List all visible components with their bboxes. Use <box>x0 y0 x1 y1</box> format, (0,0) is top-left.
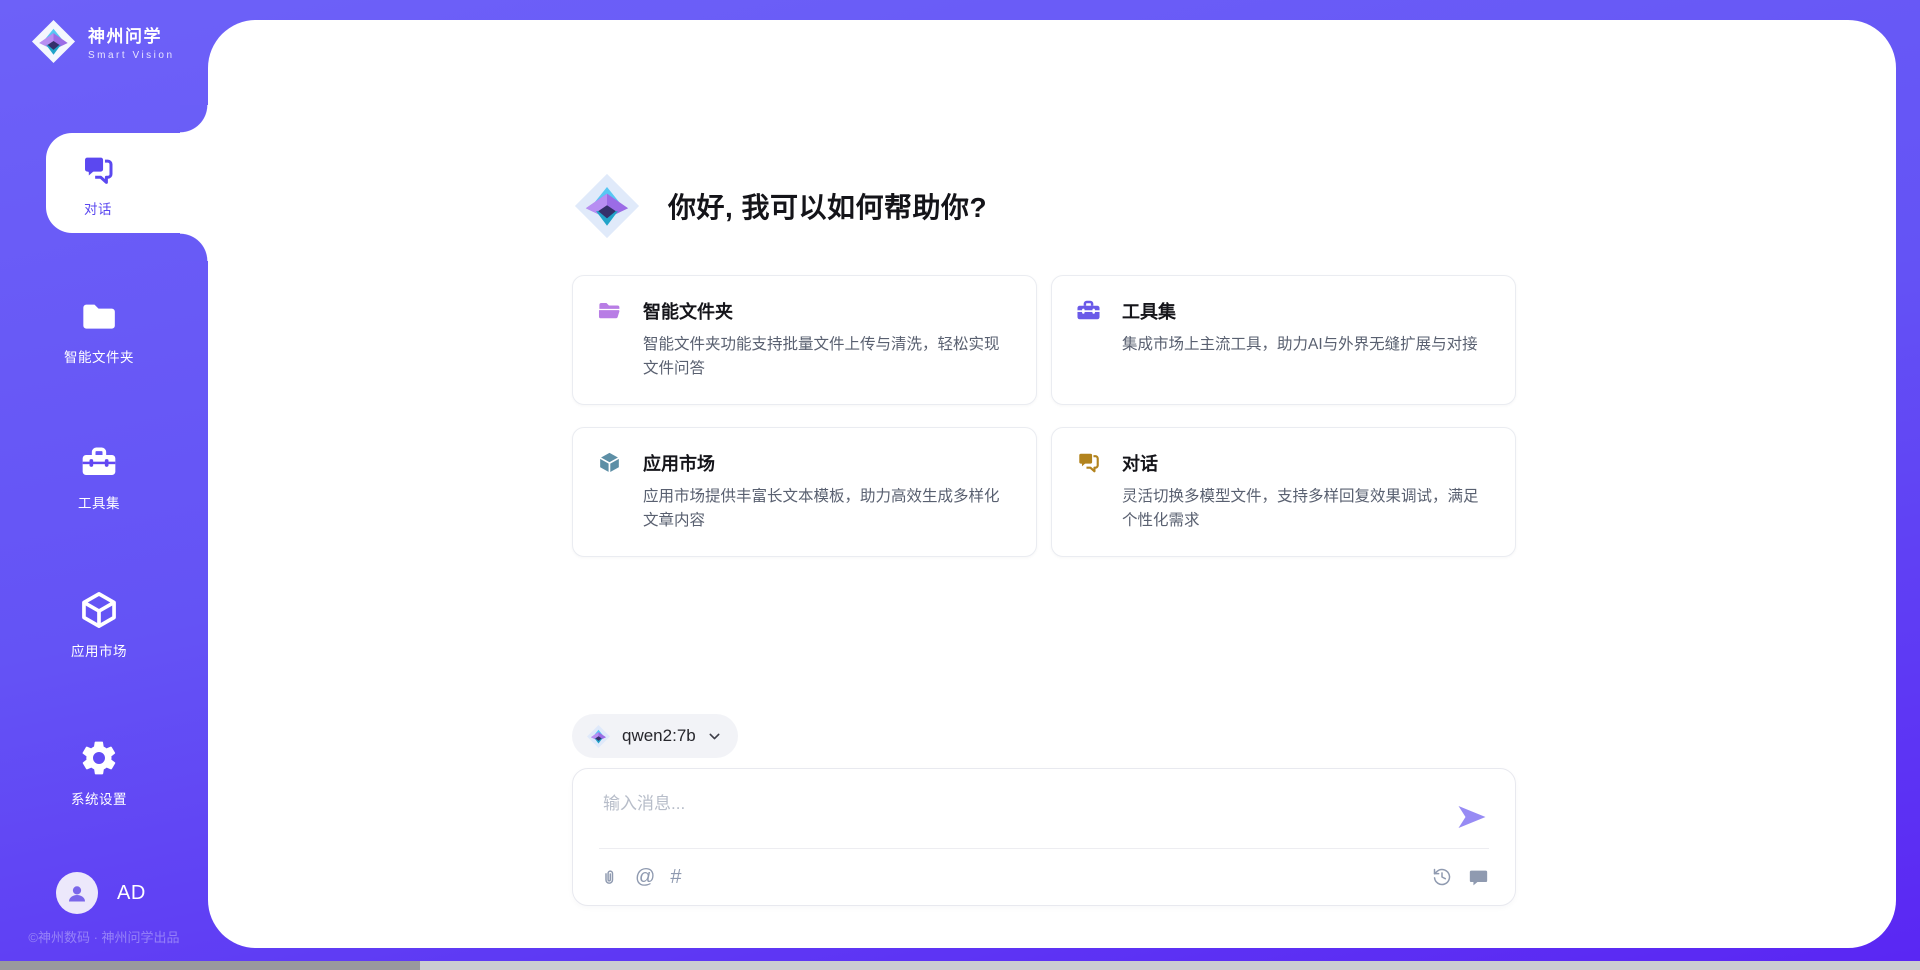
sidebar-item-app-market[interactable]: 应用市场 <box>0 589 198 660</box>
model-name: qwen2:7b <box>622 726 696 746</box>
card-smart-folder[interactable]: 智能文件夹 智能文件夹功能支持批量文件上传与清洗，轻松实现文件问答 <box>572 275 1037 405</box>
sidebar-item-label: 系统设置 <box>71 788 127 808</box>
horizontal-scrollbar[interactable] <box>0 961 1920 970</box>
user-profile[interactable]: AD <box>56 872 146 914</box>
avatar <box>56 872 98 914</box>
paperclip-icon[interactable] <box>599 867 620 888</box>
main-panel: 你好, 我可以如何帮助你? 智能文件夹 智能文件夹功能支持批量文件上传与清洗，轻… <box>208 20 1896 948</box>
card-description: 集成市场上主流工具，助力AI与外界无缝扩展与对接 <box>1122 333 1489 357</box>
brand-diamond-icon <box>30 18 77 65</box>
card-app-market[interactable]: 应用市场 应用市场提供丰富长文本模板，助力高效生成多样化文章内容 <box>572 427 1037 557</box>
sidebar: 神州问学 Smart Vision 对话 智能文件夹 工具集 <box>0 0 208 970</box>
card-toolset[interactable]: 工具集 集成市场上主流工具，助力AI与外界无缝扩展与对接 <box>1051 275 1516 405</box>
composer-toolbar: @ # <box>599 849 1489 905</box>
sidebar-item-label: 智能文件夹 <box>64 346 134 366</box>
brand-logo: 神州问学 Smart Vision <box>30 18 175 65</box>
cube-grid-icon <box>596 449 623 476</box>
card-title: 应用市场 <box>643 450 715 476</box>
card-description: 应用市场提供丰富长文本模板，助力高效生成多样化文章内容 <box>643 485 1010 533</box>
sidebar-item-label: 对话 <box>84 198 112 218</box>
message-input[interactable] <box>601 787 1417 843</box>
brand-name: 神州问学 <box>88 22 175 47</box>
card-title: 工具集 <box>1122 298 1176 324</box>
tab-fillet-top <box>180 105 208 133</box>
sidebar-item-label: 应用市场 <box>71 640 127 660</box>
sidebar-footer: ©神州数码 · 神州问学出品 <box>0 927 208 946</box>
cube-icon <box>78 589 120 631</box>
card-title: 对话 <box>1122 450 1158 476</box>
folder-icon <box>78 295 120 337</box>
greeting: 你好, 我可以如何帮助你? <box>572 163 987 249</box>
greeting-logo-icon <box>572 171 642 241</box>
card-chat[interactable]: 对话 灵活切换多模型文件，支持多样回复效果调试，满足个性化需求 <box>1051 427 1516 557</box>
chat-icon <box>77 149 119 191</box>
gear-icon <box>78 737 120 779</box>
scrollbar-thumb[interactable] <box>0 961 420 970</box>
model-logo-icon <box>586 724 611 749</box>
sidebar-item-label: 工具集 <box>78 492 120 512</box>
user-initials: AD <box>117 882 146 905</box>
chevron-down-icon <box>707 729 722 744</box>
greeting-title: 你好, 我可以如何帮助你? <box>668 186 987 226</box>
card-description: 智能文件夹功能支持批量文件上传与清洗，轻松实现文件问答 <box>643 333 1010 381</box>
feature-cards: 智能文件夹 智能文件夹功能支持批量文件上传与清洗，轻松实现文件问答 工具集 集成… <box>572 275 1516 557</box>
tab-fillet-bottom <box>180 233 208 261</box>
card-description: 灵活切换多模型文件，支持多样回复效果调试，满足个性化需求 <box>1122 485 1489 533</box>
app-root: 神州问学 Smart Vision 对话 智能文件夹 工具集 <box>0 0 1920 970</box>
message-composer: @ # <box>572 768 1516 906</box>
content-column: 你好, 我可以如何帮助你? 智能文件夹 智能文件夹功能支持批量文件上传与清洗，轻… <box>572 20 1516 948</box>
model-selector[interactable]: qwen2:7b <box>572 714 738 758</box>
send-icon[interactable] <box>1457 804 1487 830</box>
mention-icon[interactable]: @ <box>635 867 655 887</box>
comment-icon[interactable] <box>1468 867 1489 888</box>
brand-subtitle: Smart Vision <box>88 50 175 61</box>
sidebar-item-chat[interactable]: 对话 <box>46 133 208 233</box>
history-icon[interactable] <box>1432 867 1453 888</box>
sidebar-item-settings[interactable]: 系统设置 <box>0 737 198 808</box>
person-icon <box>64 880 90 906</box>
briefcase-icon <box>1075 297 1102 324</box>
sidebar-item-toolset[interactable]: 工具集 <box>0 441 198 512</box>
briefcase-icon <box>78 441 120 483</box>
folder-open-icon <box>596 297 623 324</box>
chat-icon <box>1075 449 1102 476</box>
hashtag-icon[interactable]: # <box>670 867 681 887</box>
sidebar-item-smart-folder[interactable]: 智能文件夹 <box>0 295 198 366</box>
card-title: 智能文件夹 <box>643 298 733 324</box>
